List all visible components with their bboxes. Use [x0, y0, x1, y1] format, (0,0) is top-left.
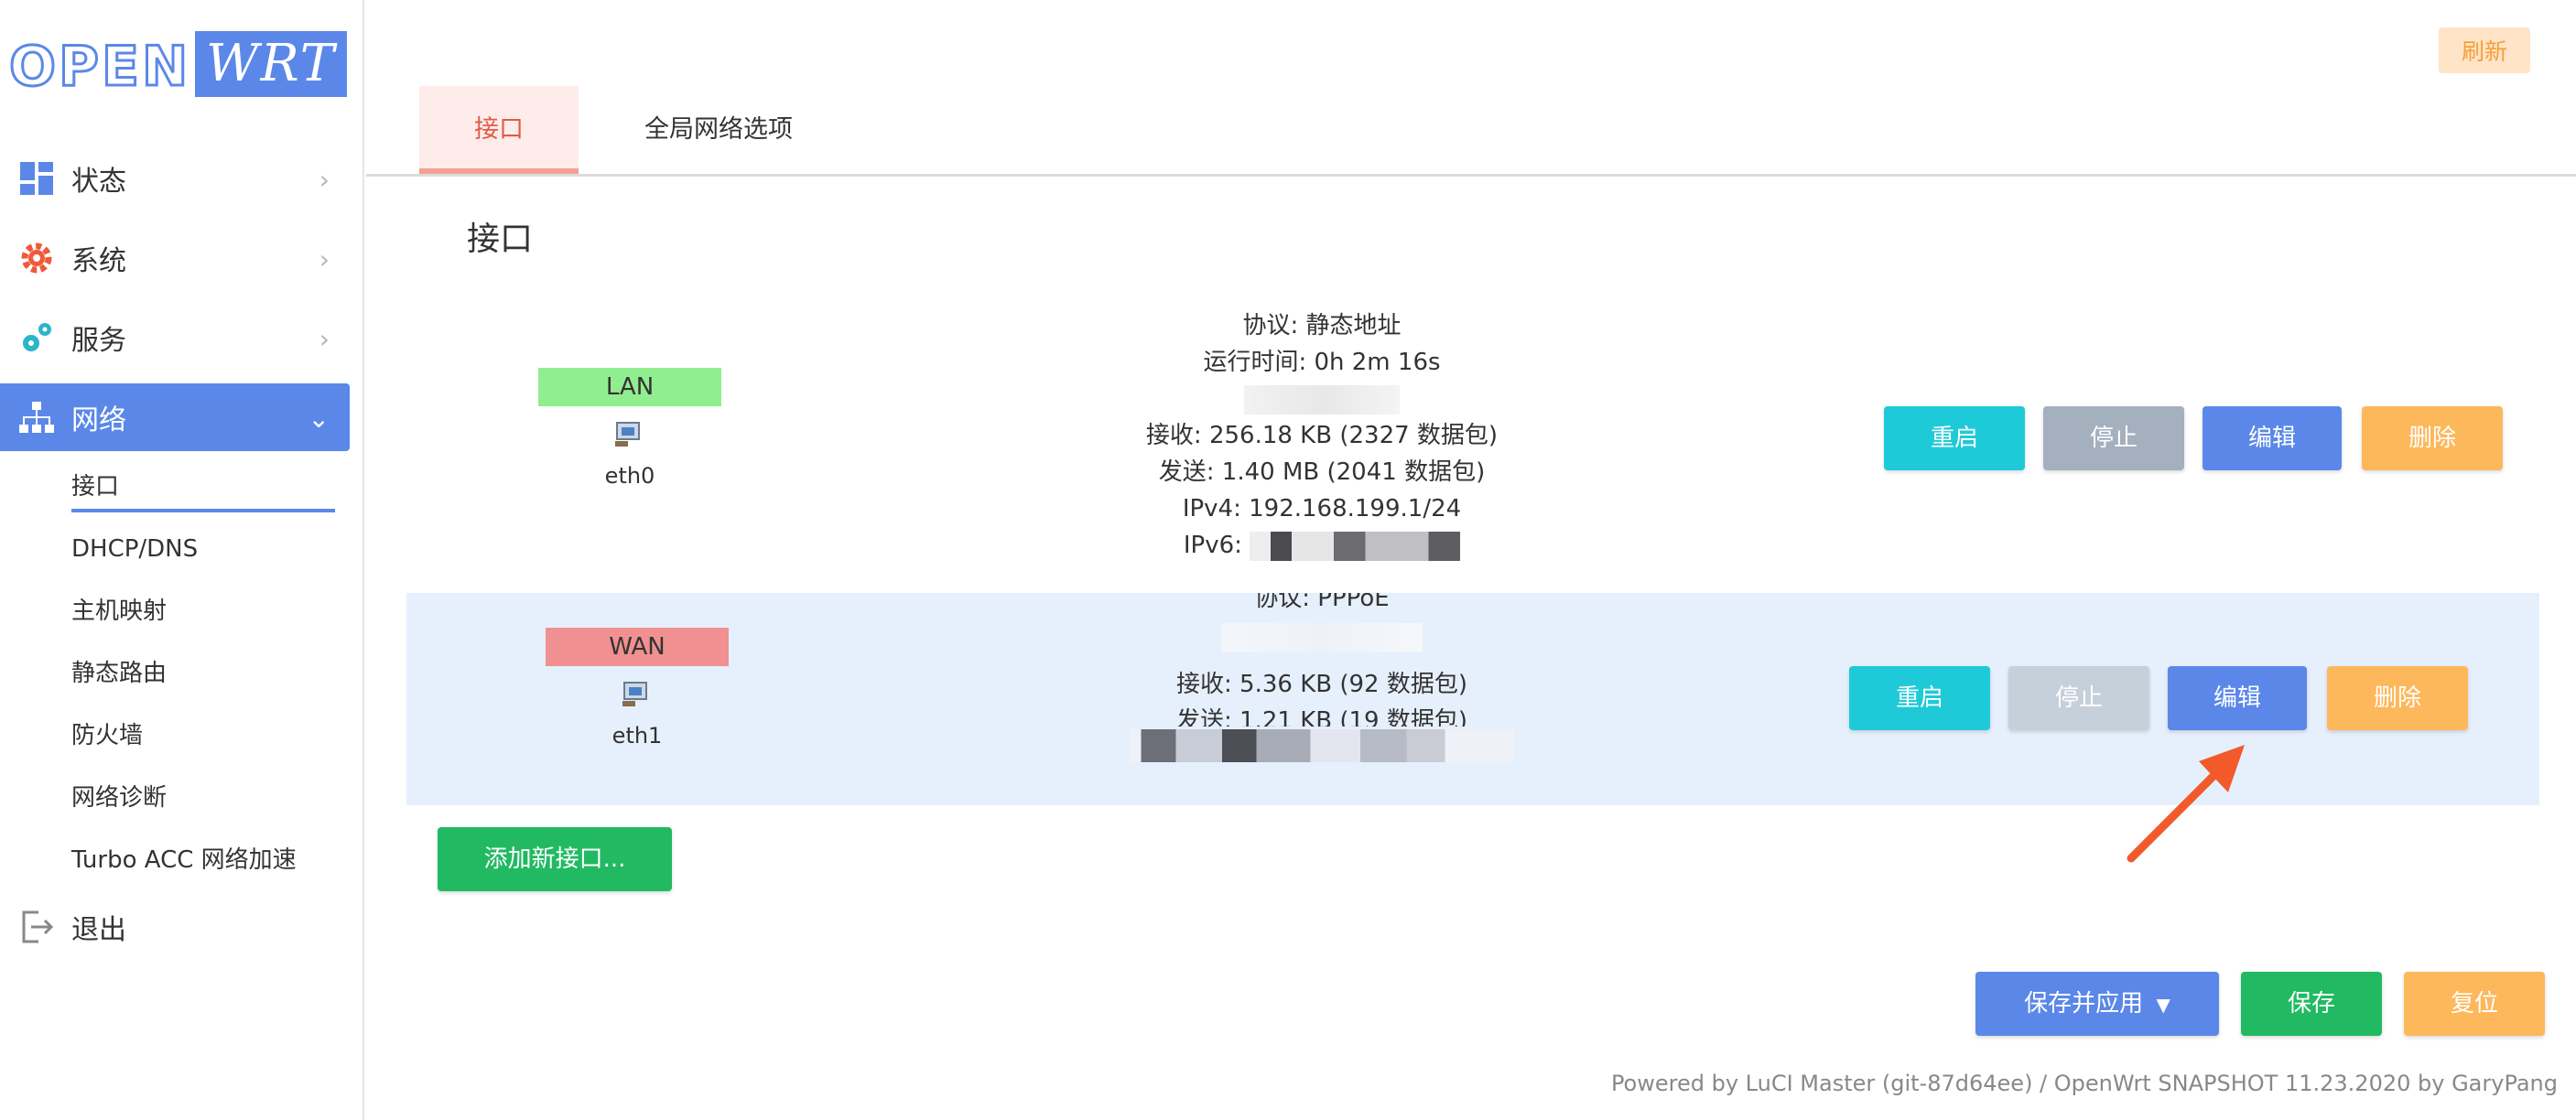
device-name: eth0: [604, 463, 655, 489]
footer-text: Powered by LuCI Master (git-87d64ee) / O…: [1610, 1071, 2558, 1096]
protocol-line: 协议: PPPoE: [1084, 593, 1560, 619]
caret-down-icon: ▼: [2156, 994, 2170, 1016]
interface-row-lan: LAN eth0 协议: 静态地址 运行时间: 0h 2m 16s 接收: 25…: [406, 302, 2539, 593]
redacted-uptime: [1084, 619, 1560, 666]
reset-button[interactable]: 复位: [2404, 972, 2545, 1036]
tab-bar: 接口 全局网络选项: [366, 86, 2576, 177]
restart-button[interactable]: 重启: [1884, 406, 2025, 470]
submenu-item-firewall[interactable]: 防火墙: [0, 705, 364, 767]
rx-text: 接收: 5.36 KB (92 数据包): [1176, 671, 1467, 698]
add-interface-button[interactable]: 添加新接口...: [438, 827, 672, 891]
ipv6-line: IPv6:: [1084, 527, 1560, 564]
openwrt-logo[interactable]: OPEN WRT: [7, 31, 347, 101]
logo-open-text: OPEN: [7, 34, 191, 101]
ethernet-port-icon: [615, 422, 640, 447]
sidebar-item-status[interactable]: 状态 ›: [0, 145, 350, 212]
redacted-mac: [1084, 381, 1560, 417]
gears-icon: [18, 319, 55, 356]
logo-wrt-text: WRT: [195, 31, 347, 97]
refresh-button[interactable]: 刷新: [2439, 27, 2530, 73]
zone-badge-wan: WAN: [546, 628, 729, 666]
uptime-text: 运行时间: 0h 2m 16s: [1203, 349, 1441, 376]
sidebar-item-label: 网络: [71, 404, 126, 436]
protocol-text: 协议: PPPoE: [1254, 593, 1390, 612]
sidebar: OPEN WRT 状态 › 系统 › 服务 › 网络 ⌄ 接口 DHCP/DNS…: [0, 0, 364, 1120]
save-apply-button[interactable]: 保存并应用 ▼: [1975, 972, 2219, 1036]
sidebar-item-system[interactable]: 系统 ›: [0, 224, 350, 292]
tx-line: 发送: 1.21 KB (19 数据包): [1084, 703, 1560, 727]
save-apply-label: 保存并应用: [2024, 990, 2144, 1018]
tab-interfaces[interactable]: 接口: [419, 86, 579, 174]
save-button[interactable]: 保存: [2241, 972, 2382, 1036]
tx-text: 发送: 1.40 MB (2041 数据包): [1158, 458, 1486, 486]
chevron-down-icon: ⌄: [308, 404, 330, 434]
submenu-item-diagnostics[interactable]: 网络诊断: [0, 767, 364, 829]
sidebar-nav: 状态 › 系统 › 服务 › 网络 ⌄ 接口 DHCP/DNS 主机映射 静态路…: [0, 145, 364, 973]
zone-badge-lan: LAN: [538, 368, 721, 406]
network-icon: [18, 399, 55, 436]
chevron-right-icon: ›: [319, 324, 330, 354]
delete-button[interactable]: 删除: [2327, 666, 2468, 730]
protocol-text: 协议: 静态地址: [1242, 312, 1402, 339]
submenu-item-dhcp-dns[interactable]: DHCP/DNS: [0, 518, 364, 580]
sidebar-item-network[interactable]: 网络 ⌄: [0, 383, 350, 451]
submenu-item-hosts[interactable]: 主机映射: [0, 580, 364, 642]
stop-button[interactable]: 停止: [2043, 406, 2184, 470]
chevron-right-icon: ›: [319, 244, 330, 275]
edit-button[interactable]: 编辑: [2203, 406, 2342, 470]
ethernet-port-icon: [622, 682, 647, 706]
redacted-address: [1084, 727, 1560, 763]
rx-text: 接收: 256.18 KB (2327 数据包): [1145, 422, 1499, 449]
ipv6-label: IPv6:: [1183, 532, 1242, 559]
delete-button[interactable]: 删除: [2362, 406, 2503, 470]
ipv4-text: IPv4: 192.168.199.1/24: [1182, 495, 1462, 522]
edit-button[interactable]: 编辑: [2168, 666, 2307, 730]
restart-button[interactable]: 重启: [1849, 666, 1990, 730]
submenu-item-interfaces[interactable]: 接口: [0, 456, 364, 518]
main-content: 刷新 接口 全局网络选项 接口 LAN eth0 协议: 静态地址 运行时间: …: [366, 0, 2576, 1120]
dashboard-icon: [18, 160, 55, 197]
tab-global-network-options[interactable]: 全局网络选项: [613, 86, 824, 174]
sidebar-item-logout[interactable]: 退出: [0, 893, 350, 961]
network-submenu: 接口 DHCP/DNS 主机映射 静态路由 防火墙 网络诊断 Turbo ACC…: [0, 456, 364, 891]
interface-status-info: 协议: 静态地址 运行时间: 0h 2m 16s 接收: 256.18 KB (…: [1084, 307, 1560, 564]
redacted-ipv6: [1250, 531, 1461, 561]
submenu-item-turbo-acc[interactable]: Turbo ACC 网络加速: [0, 829, 364, 891]
sidebar-item-services[interactable]: 服务 ›: [0, 304, 350, 372]
logout-icon: [18, 909, 55, 945]
page-title: 接口: [467, 221, 534, 258]
sidebar-item-label: 服务: [71, 325, 126, 357]
submenu-item-static-routes[interactable]: 静态路由: [0, 642, 364, 705]
device-name: eth1: [612, 723, 663, 748]
annotation-arrow-icon: [2127, 745, 2245, 863]
stop-button[interactable]: 停止: [2008, 666, 2149, 730]
sidebar-item-label: 状态: [71, 166, 126, 198]
chevron-right-icon: ›: [319, 165, 330, 195]
tx-text: 发送: 1.21 KB (19 数据包): [1176, 707, 1467, 727]
sidebar-item-label: 系统: [71, 245, 126, 277]
sidebar-item-label: 退出: [71, 914, 126, 946]
interface-status-info: 协议: PPPoE 接收: 5.36 KB (92 数据包) 发送: 1.21 …: [1084, 593, 1560, 796]
gear-icon: [18, 240, 55, 276]
